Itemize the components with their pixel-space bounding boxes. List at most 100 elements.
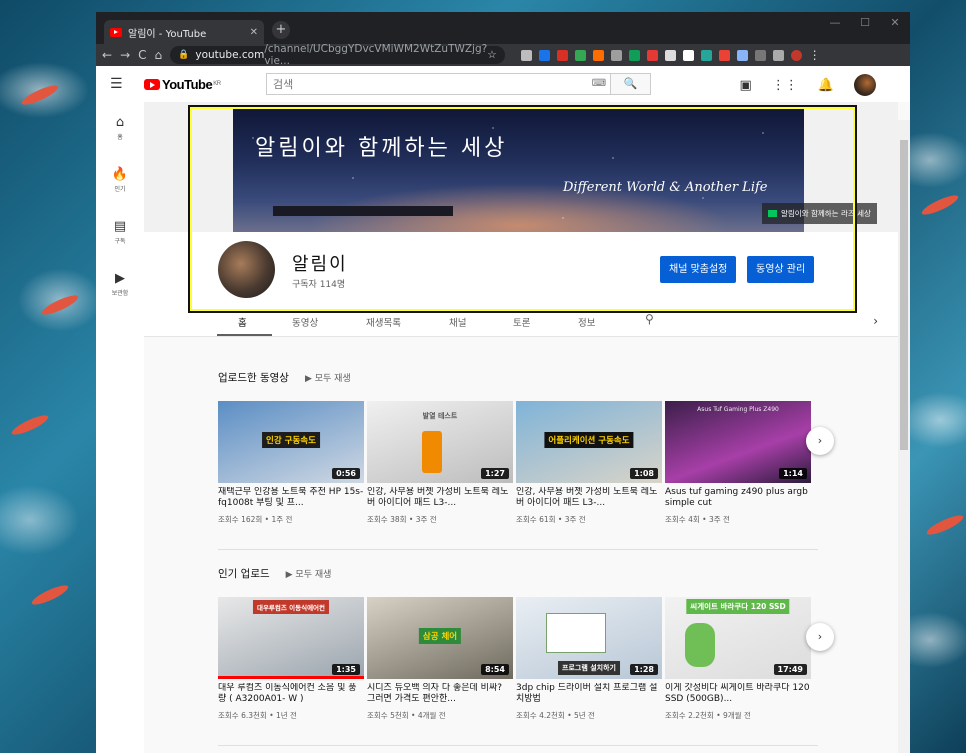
video-card[interactable]: 인강 구동속도 0:56 재택근무 인강용 노트북 추천 HP 15s-fq10…	[218, 401, 364, 525]
play-all-button[interactable]: ▶ 모두 재생	[286, 567, 332, 580]
extension-icon[interactable]	[700, 49, 712, 61]
video-thumbnail[interactable]: 발열 테스트 1:27	[367, 401, 513, 483]
video-thumbnail[interactable]: 씨게이트 바라쿠다 120 SSD 17:49	[665, 597, 811, 679]
bookmark-star-icon[interactable]: ☆	[487, 49, 496, 61]
tab-videos[interactable]: 동영상	[292, 315, 318, 329]
window-controls: — ☐ ✕	[820, 12, 910, 34]
extension-icon[interactable]	[736, 49, 748, 61]
region-code: KR	[213, 81, 221, 87]
guide-item-trending[interactable]: 🔥 인기	[96, 154, 144, 206]
video-title[interactable]: 인강, 사무용 버젯 가성비 노트북 레노버 아이디어 패드 L3-...	[367, 487, 513, 509]
tab-discussion[interactable]: 토론	[513, 315, 530, 329]
back-icon[interactable]: ←	[102, 48, 112, 62]
address-bar[interactable]: 🔒 youtube.com/channel/UCbggYDvcVMiWM2WtZ…	[170, 43, 505, 67]
video-card[interactable]: 대우루컴즈 이동식에어컨 1:35 대우 루컴즈 이동식에어컨 소음 및 풍량 …	[218, 597, 364, 721]
extension-icon[interactable]	[682, 49, 694, 61]
search-input[interactable]	[267, 74, 588, 94]
menu-kebab-icon[interactable]: ⋮	[809, 48, 821, 62]
extension-icon[interactable]	[718, 49, 730, 61]
shelf-title[interactable]: 업로드한 동영상	[218, 370, 289, 385]
guide-item-home[interactable]: ⌂ 홈	[96, 102, 144, 154]
banner-subtitle: Different World & Another Life	[563, 180, 768, 195]
home-icon: ⌂	[115, 115, 125, 130]
extension-icon[interactable]	[646, 49, 658, 61]
video-thumbnail[interactable]: 삼공 체어 8:54	[367, 597, 513, 679]
video-thumbnail[interactable]: 인강 구동속도 0:56	[218, 401, 364, 483]
video-duration: 1:14	[779, 468, 807, 479]
shelf-next-arrow-icon[interactable]: ›	[806, 623, 834, 651]
video-card[interactable]: 프로그램 설치하기 1:28 3dp chip 드라이버 설치 프로그램 설치방…	[516, 597, 662, 721]
extension-icon[interactable]	[538, 49, 550, 61]
channel-tabs: 홈 동영상 재생목록 채널 토론 정보 ⚲ ›	[144, 307, 898, 337]
keyboard-icon[interactable]: ⌨	[588, 74, 610, 94]
play-all-button[interactable]: ▶ 모두 재생	[305, 371, 351, 384]
gmail-extension-icon[interactable]	[556, 49, 568, 61]
minimize-button[interactable]: —	[820, 12, 850, 34]
tab-home[interactable]: 홈	[238, 315, 247, 329]
extension-icon[interactable]	[574, 49, 586, 61]
banner-title: 알림이와 함께하는 세상	[255, 136, 508, 161]
tab-channels[interactable]: 채널	[449, 315, 466, 329]
search-button[interactable]: 🔍	[610, 74, 650, 94]
video-title[interactable]: 시디즈 듀오백 의자 다 좋은데 비싸? 그러면 가격도 편안한...	[367, 683, 513, 705]
naver-icon	[768, 210, 777, 217]
forward-icon[interactable]: →	[120, 48, 130, 62]
notifications-bell-icon[interactable]: 🔔	[818, 78, 834, 93]
create-video-icon[interactable]: ▣	[740, 78, 752, 93]
lock-icon: 🔒	[178, 50, 190, 60]
extension-icon[interactable]	[592, 49, 604, 61]
channel-avatar[interactable]	[218, 241, 275, 298]
channel-search-icon[interactable]: ⚲	[645, 312, 654, 326]
shelf-title[interactable]: 인기 업로드	[218, 566, 270, 581]
video-title[interactable]: Asus tuf gaming z490 plus argb simple cu…	[665, 487, 811, 509]
video-title[interactable]: 3dp chip 드라이버 설치 프로그램 설치방법	[516, 683, 662, 705]
account-avatar[interactable]	[854, 74, 876, 96]
video-card[interactable]: 삼공 체어 8:54 시디즈 듀오백 의자 다 좋은데 비싸? 그러면 가격도 …	[367, 597, 513, 721]
hamburger-menu-icon[interactable]: ☰	[110, 76, 130, 92]
video-thumbnail[interactable]: 대우루컴즈 이동식에어컨 1:35	[218, 597, 364, 679]
extension-icon[interactable]	[610, 49, 622, 61]
video-thumbnail[interactable]: Asus Tuf Gaming Plus Z490 1:14	[665, 401, 811, 483]
browser-window: 알림이 - YouTube ✕ + — ☐ ✕ ← → C ⌂ 🔒 youtub…	[96, 12, 910, 753]
extension-icon[interactable]	[664, 49, 676, 61]
video-thumbnail[interactable]: 어플리케이션 구동속도 1:08	[516, 401, 662, 483]
shelf-divider	[218, 549, 818, 550]
youtube-app: ☰ YouTubeKR ⌨ 🔍 ▣ ⋮⋮ 🔔 ⌂ 홈	[96, 66, 910, 753]
video-title[interactable]: 이게 갓성비다 씨게이트 바라쿠다 120 SSD (500GB)...	[665, 683, 811, 705]
page-scrollbar[interactable]	[898, 120, 910, 753]
browser-tab[interactable]: 알림이 - YouTube ✕	[104, 20, 264, 44]
close-window-button[interactable]: ✕	[880, 12, 910, 34]
tab-close-icon[interactable]: ✕	[250, 27, 258, 38]
extension-icon[interactable]	[754, 49, 766, 61]
new-tab-button[interactable]: +	[272, 21, 290, 39]
video-title[interactable]: 인강, 사무용 버젯 가성비 노트북 레노버 아이디어 패드 L3-...	[516, 487, 662, 509]
video-card[interactable]: Asus Tuf Gaming Plus Z490 1:14 Asus tuf …	[665, 401, 811, 525]
banner-link[interactable]: 알림이와 함께하는 라즈 세상	[762, 203, 877, 224]
profile-icon[interactable]	[790, 49, 802, 61]
extensions-bar: ⋮	[520, 48, 821, 62]
chevron-right-icon[interactable]: ›	[873, 314, 878, 328]
apps-grid-icon[interactable]: ⋮⋮	[772, 78, 798, 93]
youtube-logo[interactable]: YouTube KR	[144, 77, 221, 92]
video-card[interactable]: 발열 테스트 1:27 인강, 사무용 버젯 가성비 노트북 레노버 아이디어 …	[367, 401, 513, 525]
shelf-next-arrow-icon[interactable]: ›	[806, 427, 834, 455]
reload-icon[interactable]: C	[138, 48, 146, 62]
extension-icon[interactable]	[628, 49, 640, 61]
tab-about[interactable]: 정보	[578, 315, 595, 329]
video-card[interactable]: 씨게이트 바라쿠다 120 SSD 17:49 이게 갓성비다 씨게이트 바라쿠…	[665, 597, 811, 721]
video-thumbnail[interactable]: 프로그램 설치하기 1:28	[516, 597, 662, 679]
customize-channel-button[interactable]: 채널 맞춤설정	[660, 256, 737, 283]
video-title[interactable]: 재택근무 인강용 노트북 추천 HP 15s-fq1008t 부팅 및 프...	[218, 487, 364, 509]
video-card[interactable]: 어플리케이션 구동속도 1:08 인강, 사무용 버젯 가성비 노트북 레노버 …	[516, 401, 662, 525]
scrollbar-thumb[interactable]	[900, 140, 908, 450]
video-title[interactable]: 대우 루컴즈 이동식에어컨 소음 및 풍량 ( A3200A01- W )	[218, 683, 364, 705]
tab-playlists[interactable]: 재생목록	[366, 315, 401, 329]
home-button-icon[interactable]: ⌂	[155, 48, 163, 62]
extension-icon[interactable]	[520, 49, 532, 61]
shelf-header: 인기 업로드 ▶ 모두 재생	[218, 566, 818, 581]
guide-item-library[interactable]: ▶ 보관함	[96, 258, 144, 310]
guide-item-subscriptions[interactable]: ▤ 구독	[96, 206, 144, 258]
maximize-button[interactable]: ☐	[850, 12, 880, 34]
puzzle-icon[interactable]	[772, 49, 784, 61]
manage-videos-button[interactable]: 동영상 관리	[747, 256, 815, 283]
